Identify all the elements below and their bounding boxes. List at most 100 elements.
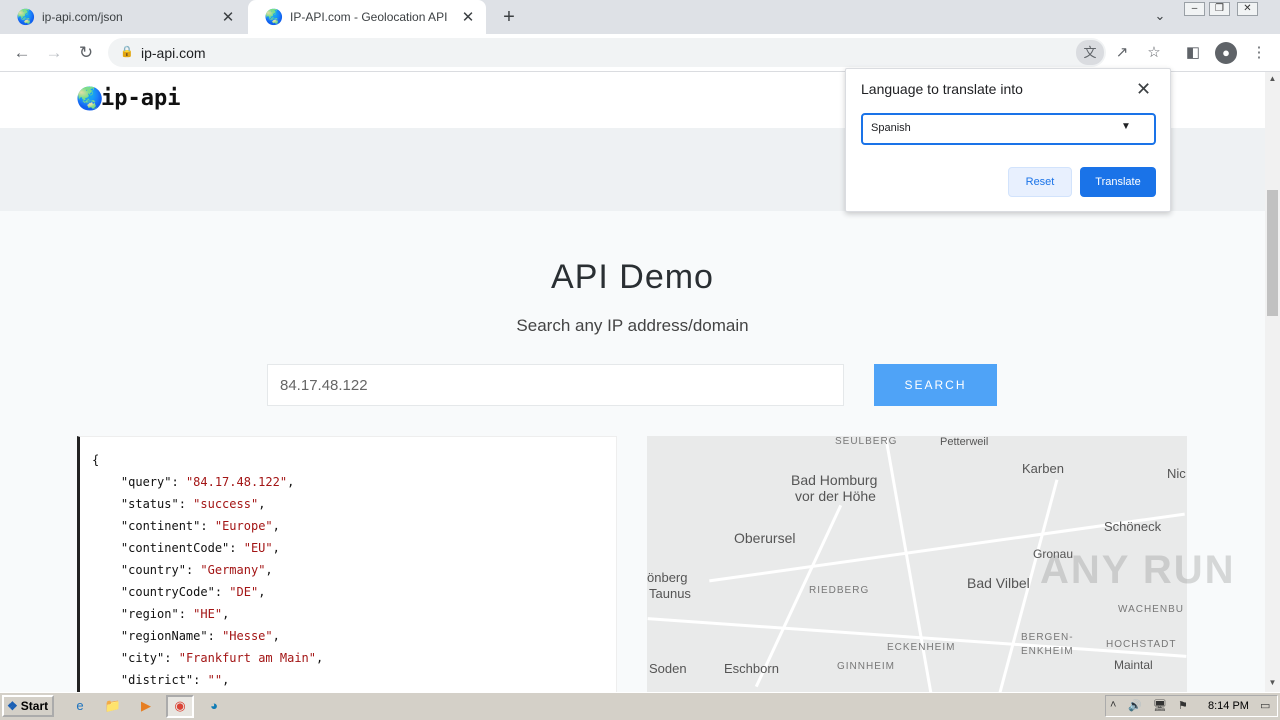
- scroll-up-icon[interactable]: ▲: [1267, 74, 1278, 84]
- json-value: "HE": [193, 607, 223, 621]
- close-icon[interactable]: ✕: [460, 9, 476, 26]
- network-icon[interactable]: 🖥: [1153, 699, 1167, 712]
- site-logo[interactable]: ip-api: [101, 86, 180, 111]
- url-text[interactable]: ip-api.com: [141, 45, 206, 61]
- map-label: RIEDBERG: [809, 585, 870, 596]
- map-label: WACHENBU: [1118, 604, 1184, 615]
- page-subtitle: Search any IP address/domain: [516, 316, 749, 335]
- start-label: Start: [20, 699, 49, 713]
- map-label: Schöneck: [1104, 519, 1162, 534]
- json-value: "Germany": [200, 563, 266, 577]
- profile-avatar[interactable]: ●: [1215, 42, 1237, 64]
- json-key: "regionName": [120, 629, 208, 643]
- json-line: "query": "84.17.48.122",: [120, 475, 295, 489]
- json-value: "Frankfurt am Main": [178, 651, 316, 665]
- search-button[interactable]: SEARCH: [874, 364, 997, 406]
- map-label: Maintal: [1114, 658, 1153, 672]
- scroll-down-icon[interactable]: ▼: [1267, 678, 1278, 688]
- map-label: Nic: [1167, 466, 1186, 481]
- tab-title: ip-api.com/json: [42, 10, 123, 24]
- ip-search-input[interactable]: [267, 364, 844, 406]
- edge-icon[interactable]: ◕: [203, 696, 225, 716]
- map-label: Eschborn: [724, 661, 779, 676]
- chevron-down-icon[interactable]: ⌄: [1150, 8, 1170, 28]
- json-line: "status": "success",: [120, 497, 266, 511]
- caret-down-icon[interactable]: ▼: [1121, 121, 1131, 132]
- restore-button[interactable]: ❐: [1209, 2, 1230, 16]
- more-menu-icon[interactable]: ⋮: [1248, 42, 1270, 64]
- ie-icon[interactable]: e: [69, 696, 91, 716]
- tab-ip-api-json[interactable]: 🌏 ip-api.com/json ✕: [0, 0, 246, 34]
- json-key: "district": [120, 673, 194, 687]
- map-label: HOCHSTADT: [1106, 639, 1177, 650]
- json-line: "region": "HE",: [120, 607, 230, 621]
- popup-title: Language to translate into: [861, 81, 1023, 97]
- map-label: SEULBERG: [835, 436, 898, 447]
- folder-icon[interactable]: 📁: [102, 696, 124, 716]
- share-icon[interactable]: ↗: [1111, 42, 1133, 64]
- forward-button[interactable]: →: [43, 42, 65, 64]
- json-line: "country": "Germany",: [120, 563, 273, 577]
- json-key: "status": [120, 497, 179, 511]
- map-label: Soden: [649, 661, 687, 676]
- back-button[interactable]: ←: [11, 42, 33, 64]
- scrollbar-thumb[interactable]: [1267, 190, 1278, 316]
- windows-logo-icon: ❖: [7, 699, 18, 713]
- map-label: önberg: [647, 570, 688, 585]
- globe-icon: 🌏: [16, 9, 36, 26]
- chrome-icon[interactable]: ◉: [169, 696, 191, 716]
- watermark: ANY RUN: [1040, 548, 1236, 592]
- translate-button[interactable]: Translate: [1080, 167, 1156, 197]
- lock-icon[interactable]: 🔒: [120, 45, 134, 59]
- map-road: [884, 437, 933, 692]
- language-select[interactable]: Spanish: [861, 113, 1156, 145]
- json-line: {: [92, 453, 616, 475]
- tray-expand-icon[interactable]: ˄: [1110, 699, 1116, 711]
- json-value: "84.17.48.122": [185, 475, 288, 489]
- globe-logo-icon[interactable]: 🌏: [76, 86, 103, 112]
- volume-icon[interactable]: 🔊: [1128, 699, 1142, 712]
- json-key: "query": [120, 475, 172, 489]
- json-line: "continent": "Europe",: [120, 519, 280, 533]
- tab-geolocation-api[interactable]: 🌏 IP-API.com - Geolocation API ✕: [248, 0, 486, 34]
- side-panel-icon[interactable]: ◧: [1182, 42, 1204, 64]
- new-tab-button[interactable]: +: [498, 6, 520, 28]
- json-value: "": [207, 673, 223, 687]
- start-button[interactable]: ❖ Start: [2, 695, 54, 717]
- minimize-button[interactable]: –: [1184, 2, 1205, 16]
- json-line: "regionName": "Hesse",: [120, 629, 280, 643]
- map-label: vor der Höhe: [795, 488, 876, 504]
- flag-icon[interactable]: ⚑: [1178, 699, 1188, 712]
- json-line: "city": "Frankfurt am Main",: [120, 651, 324, 665]
- tab-title: IP-API.com - Geolocation API: [290, 10, 448, 24]
- reset-button[interactable]: Reset: [1008, 167, 1072, 197]
- map-label: ENKHEIM: [1021, 646, 1074, 657]
- clock[interactable]: 8:14 PM: [1208, 700, 1249, 712]
- json-line: "district": "",: [120, 673, 230, 687]
- reload-button[interactable]: ↻: [75, 42, 97, 64]
- close-icon[interactable]: ✕: [1136, 79, 1151, 100]
- scrollbar[interactable]: [1265, 72, 1280, 692]
- json-value: "Europe": [214, 519, 273, 533]
- show-desktop-icon[interactable]: ▭: [1260, 699, 1270, 712]
- json-value: "EU": [243, 541, 273, 555]
- map-label: Bad Homburg: [791, 472, 878, 488]
- map-label: Taunus: [649, 586, 691, 601]
- map-label: ECKENHEIM: [887, 642, 956, 653]
- bookmark-star-icon[interactable]: ☆: [1143, 42, 1165, 64]
- globe-icon: 🌏: [264, 9, 284, 26]
- json-value: "success": [193, 497, 259, 511]
- json-key: "continentCode": [120, 541, 230, 555]
- address-bar[interactable]: [108, 38, 1106, 67]
- json-key: "city": [120, 651, 165, 665]
- json-line: "continentCode": "EU",: [120, 541, 280, 555]
- media-player-icon[interactable]: ▶: [135, 696, 157, 716]
- map-label: Petterweil: [940, 436, 989, 448]
- close-icon[interactable]: ✕: [220, 9, 236, 26]
- close-window-button[interactable]: ✕: [1237, 2, 1258, 16]
- json-key: "countryCode": [120, 585, 215, 599]
- json-key: "continent": [120, 519, 201, 533]
- json-value: "Hesse": [222, 629, 273, 643]
- translate-icon[interactable]: 文: [1076, 40, 1104, 65]
- json-value: "DE": [229, 585, 259, 599]
